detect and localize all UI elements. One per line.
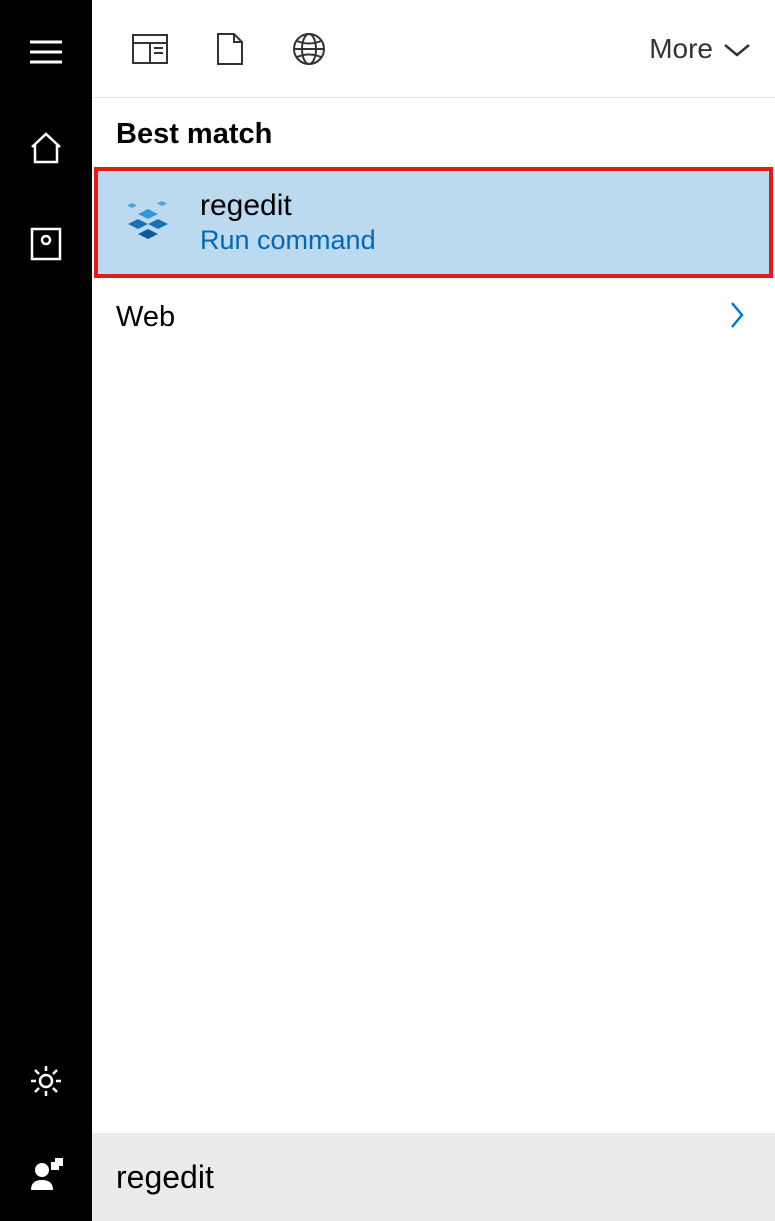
hamburger-icon[interactable] [28, 34, 64, 70]
results-area: Best match [92, 98, 775, 1133]
best-match-header: Best match [92, 98, 775, 167]
web-section-row[interactable]: Web [92, 278, 775, 357]
filter-toolbar: More [92, 0, 775, 98]
sidebar-bottom-group [28, 1063, 64, 1193]
user-icon[interactable] [28, 1157, 64, 1193]
result-title: regedit [200, 189, 376, 223]
start-sidebar [0, 0, 92, 1221]
search-bar [92, 1133, 775, 1221]
search-input[interactable] [116, 1159, 775, 1196]
chevron-right-icon [729, 300, 745, 335]
regedit-icon [120, 195, 176, 251]
sidebar-top-group [28, 34, 64, 262]
web-section-label: Web [116, 301, 175, 334]
web-filter-icon[interactable] [292, 32, 326, 66]
search-panel: More Best match [92, 0, 775, 1221]
more-label: More [649, 33, 713, 65]
more-button[interactable]: More [649, 33, 751, 65]
result-text: regedit Run command [200, 189, 376, 256]
photo-icon[interactable] [28, 226, 64, 262]
gear-icon[interactable] [28, 1063, 64, 1099]
apps-filter-icon[interactable] [132, 34, 168, 64]
result-subtitle: Run command [200, 225, 376, 256]
filter-icons [132, 32, 326, 66]
chevron-down-icon [723, 33, 751, 65]
documents-filter-icon[interactable] [216, 32, 244, 66]
home-icon[interactable] [28, 130, 64, 166]
best-match-result[interactable]: regedit Run command [94, 167, 773, 278]
